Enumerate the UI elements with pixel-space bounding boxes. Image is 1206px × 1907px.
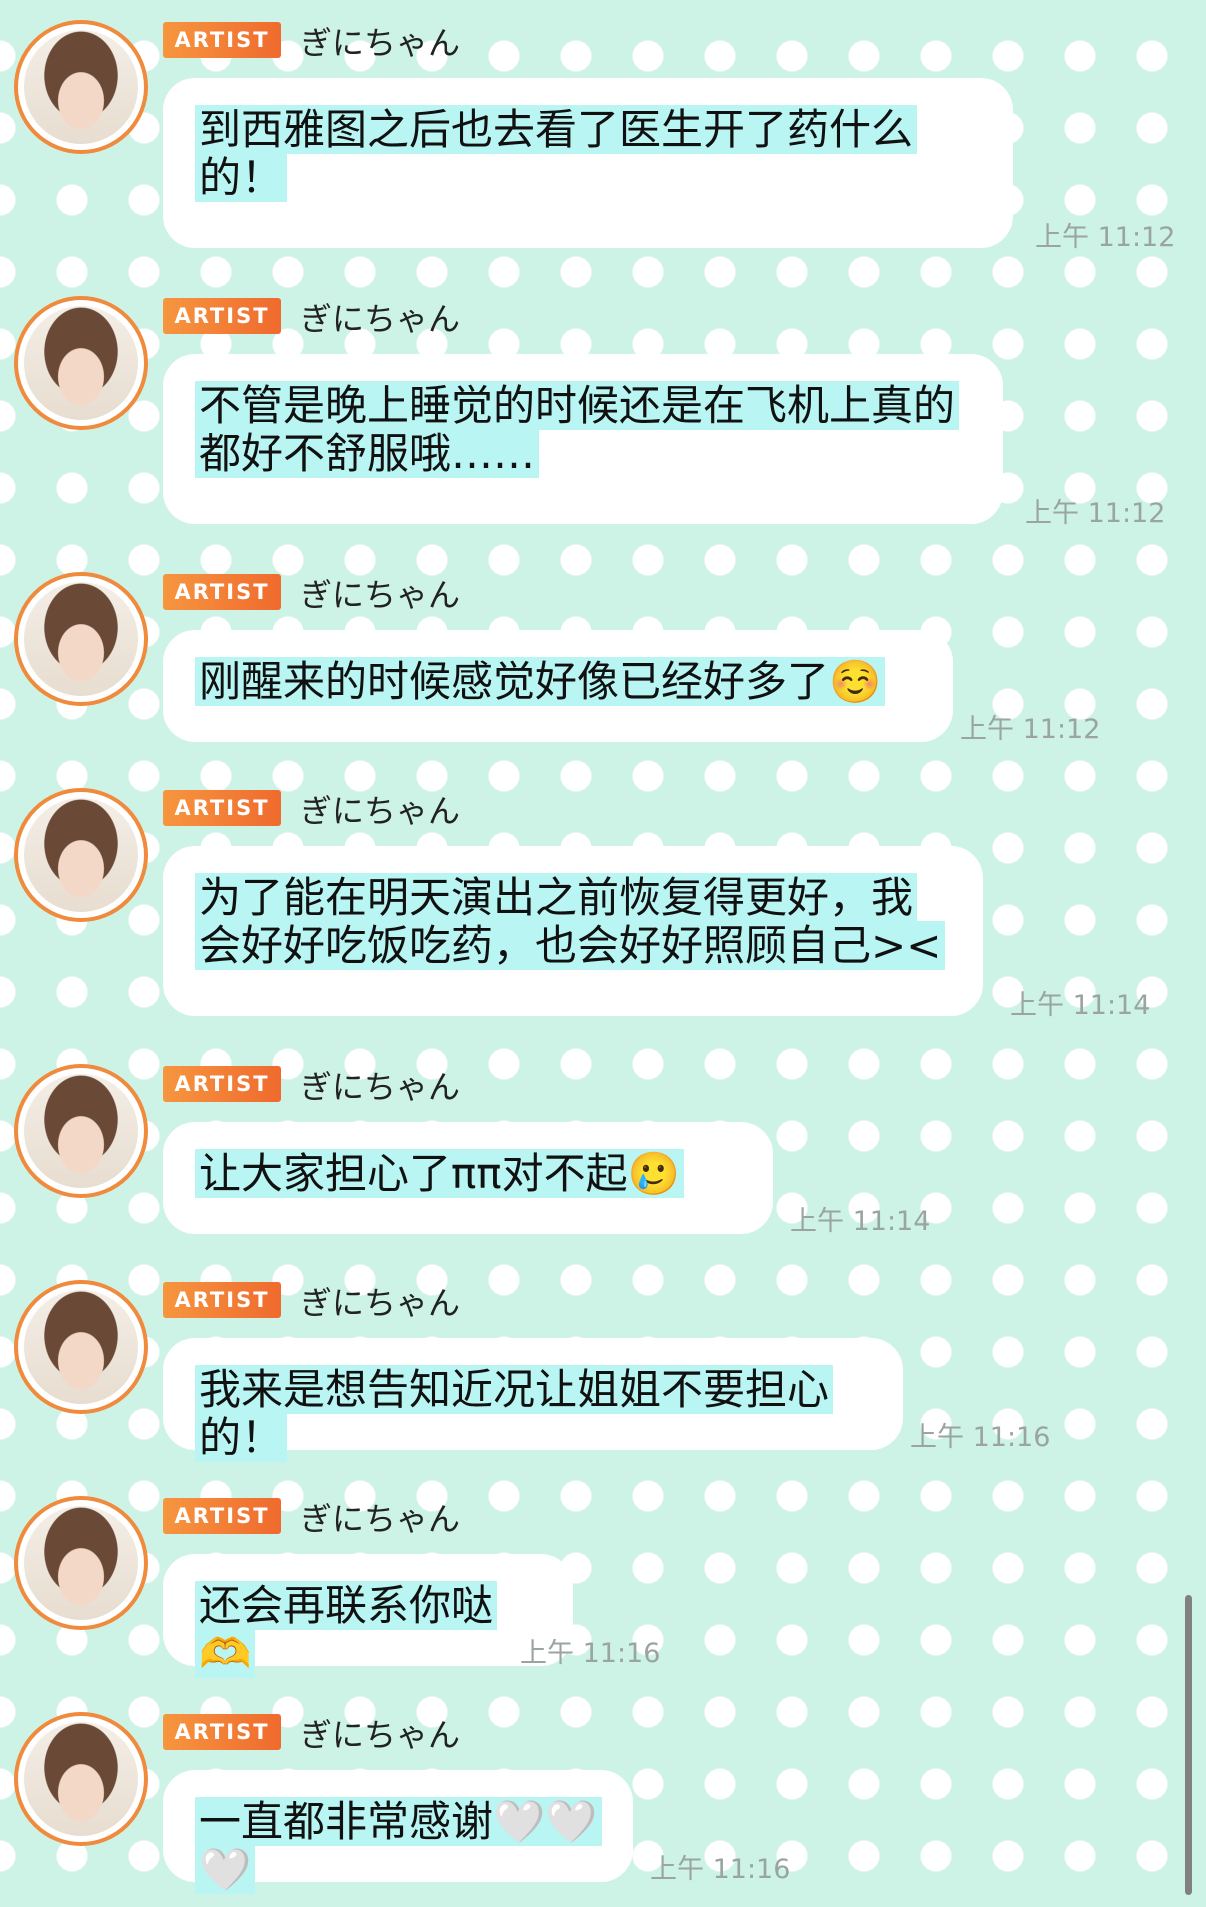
- message-row: ARTIST ぎにちゃん 刚醒来的时候感觉好像已经好多了☺️ 上午 11:12: [0, 552, 1206, 767]
- avatar[interactable]: [14, 20, 148, 154]
- artist-badge: ARTIST: [163, 1066, 281, 1102]
- message-time: 上午 11:16: [910, 1422, 1051, 1453]
- message-time: 上午 11:12: [1035, 222, 1176, 253]
- message-row: ARTIST ぎにちゃん 还会再联系你哒🫶 上午 11:16: [0, 1476, 1206, 1691]
- avatar[interactable]: [14, 1712, 148, 1846]
- artist-badge: ARTIST: [163, 1282, 281, 1318]
- avatar[interactable]: [14, 572, 148, 706]
- sender-name: ぎにちゃん: [300, 1500, 461, 1538]
- message-text: 还会再联系你哒🫶: [195, 1581, 498, 1678]
- chat-view: ARTIST ぎにちゃん 到西雅图之后也去看了医生开了药什么的！ 上午 11:1…: [0, 0, 1206, 1904]
- message-text: 为了能在明天演出之前恢复得更好，我会好好吃饭吃药，也会好好照顾自己><: [195, 873, 946, 970]
- message-row: ARTIST ぎにちゃん 我来是想告知近况让姐姐不要担心的！ 上午 11:16: [0, 1260, 1206, 1475]
- avatar-photo: [24, 1290, 138, 1404]
- artist-badge: ARTIST: [163, 790, 281, 826]
- artist-badge: ARTIST: [163, 298, 281, 334]
- message-bubble[interactable]: 为了能在明天演出之前恢复得更好，我会好好吃饭吃药，也会好好照顾自己><: [163, 846, 983, 1016]
- sender-name: ぎにちゃん: [300, 792, 461, 830]
- message-text: 我来是想告知近况让姐姐不要担心的！: [195, 1365, 834, 1462]
- sender-name: ぎにちゃん: [300, 24, 461, 62]
- avatar-photo: [24, 1074, 138, 1188]
- avatar-photo: [24, 1722, 138, 1836]
- message-bubble[interactable]: 到西雅图之后也去看了医生开了药什么的！: [163, 78, 1013, 248]
- message-row: ARTIST ぎにちゃん 让大家担心了ππ对不起🥲 上午 11:14: [0, 1044, 1206, 1259]
- message-row: ARTIST ぎにちゃん 一直都非常感谢🤍🤍🤍 上午 11:16: [0, 1692, 1206, 1907]
- artist-badge: ARTIST: [163, 574, 281, 610]
- message-time: 上午 11:16: [650, 1854, 791, 1885]
- message-bubble[interactable]: 一直都非常感谢🤍🤍🤍: [163, 1770, 633, 1894]
- message-row: ARTIST ぎにちゃん 到西雅图之后也去看了医生开了药什么的！ 上午 11:1…: [0, 0, 1206, 253]
- avatar[interactable]: [14, 1064, 148, 1198]
- message-bubble[interactable]: 还会再联系你哒🫶: [163, 1554, 573, 1678]
- sender-name: ぎにちゃん: [300, 1284, 461, 1322]
- message-time: 上午 11:16: [520, 1638, 661, 1669]
- message-time: 上午 11:12: [960, 714, 1101, 745]
- message-time: 上午 11:14: [1010, 990, 1151, 1021]
- message-text: 不管是晚上睡觉的时候还是在飞机上真的都好不舒服哦……: [195, 381, 960, 478]
- artist-badge: ARTIST: [163, 1498, 281, 1534]
- avatar-photo: [24, 30, 138, 144]
- scrollbar[interactable]: [1185, 1595, 1192, 1895]
- artist-badge: ARTIST: [163, 22, 281, 58]
- avatar-photo: [24, 1506, 138, 1620]
- sender-name: ぎにちゃん: [300, 576, 461, 614]
- message-bubble[interactable]: 不管是晚上睡觉的时候还是在飞机上真的都好不舒服哦……: [163, 354, 1003, 524]
- message-row: ARTIST ぎにちゃん 不管是晚上睡觉的时候还是在飞机上真的都好不舒服哦…… …: [0, 276, 1206, 529]
- avatar-photo: [24, 306, 138, 420]
- message-text: 让大家担心了ππ对不起🥲: [195, 1149, 684, 1198]
- sender-name: ぎにちゃん: [300, 300, 461, 338]
- artist-badge: ARTIST: [163, 1714, 281, 1750]
- avatar-photo: [24, 582, 138, 696]
- avatar-photo: [24, 798, 138, 912]
- message-bubble[interactable]: 让大家担心了ππ对不起🥲: [163, 1122, 773, 1234]
- avatar[interactable]: [14, 1280, 148, 1414]
- message-text: 一直都非常感谢🤍🤍🤍: [195, 1797, 602, 1894]
- message-text: 到西雅图之后也去看了医生开了药什么的！: [195, 105, 918, 202]
- avatar[interactable]: [14, 296, 148, 430]
- message-bubble[interactable]: 刚醒来的时候感觉好像已经好多了☺️: [163, 630, 953, 742]
- avatar[interactable]: [14, 788, 148, 922]
- message-text: 刚醒来的时候感觉好像已经好多了☺️: [195, 657, 886, 706]
- message-time: 上午 11:14: [790, 1206, 931, 1237]
- avatar[interactable]: [14, 1496, 148, 1630]
- message-bubble[interactable]: 我来是想告知近况让姐姐不要担心的！: [163, 1338, 903, 1462]
- sender-name: ぎにちゃん: [300, 1068, 461, 1106]
- message-time: 上午 11:12: [1025, 498, 1166, 529]
- sender-name: ぎにちゃん: [300, 1716, 461, 1754]
- message-row: ARTIST ぎにちゃん 为了能在明天演出之前恢复得更好，我会好好吃饭吃药，也会…: [0, 768, 1206, 1021]
